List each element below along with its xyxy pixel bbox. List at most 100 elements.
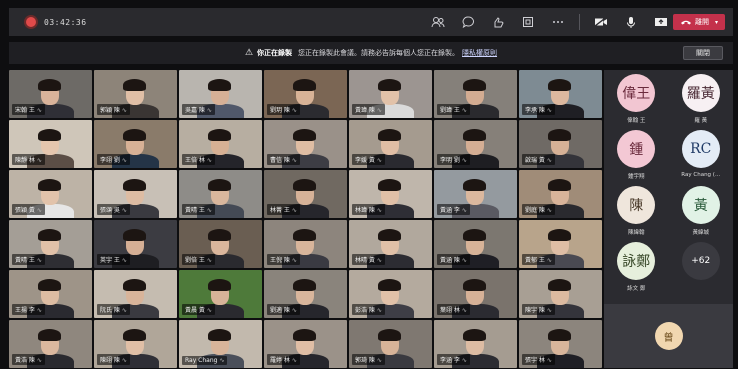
participant-avatar[interactable]: 羅黃羅 黃 — [669, 74, 734, 124]
participant-video-tile[interactable]: 陳宇 陳 ∿ — [519, 270, 602, 318]
participant-video-tile[interactable]: 陳靜 林 ∿ — [9, 120, 92, 168]
participant-hair — [463, 278, 487, 292]
participant-video-tile[interactable]: 黃涵 陳 ∿ — [434, 220, 517, 268]
participant-video-tile[interactable]: 林瑋 陳 ∿ — [349, 170, 432, 218]
participant-video-tile[interactable]: 張穎 黃 ∿ — [9, 170, 92, 218]
participant-hair — [208, 278, 232, 292]
participant-name: 張穎 黃 ∿ — [12, 204, 45, 215]
mic-muted-icon: ∿ — [121, 307, 127, 314]
reactions-icon[interactable] — [487, 13, 509, 31]
participant-video-tile[interactable]: 黃晨 黃 ∿ — [179, 270, 262, 318]
participant-avatar[interactable]: RC Ray Chang (... — [669, 130, 734, 180]
participant-name-text: 李翊 劉 — [100, 157, 120, 164]
participant-hair — [548, 78, 572, 92]
camera-icon[interactable] — [590, 13, 612, 31]
avatar-name: 鍾宇翔 — [627, 174, 645, 180]
mic-icon[interactable] — [620, 13, 642, 31]
participant-name-text: 黃晴 王 — [15, 257, 35, 264]
mic-muted-icon: ∿ — [121, 357, 127, 364]
chevron-down-icon[interactable]: ▾ — [715, 19, 718, 26]
participant-video-tile[interactable]: 王倪 陳 ∿ — [264, 220, 347, 268]
mic-muted-icon: ∿ — [36, 357, 42, 364]
participant-avatar[interactable]: 詠鄭 詠文 鄭 — [604, 242, 669, 292]
participant-name: 郭穎 陳 ∿ — [97, 104, 130, 115]
participant-video-tile[interactable]: 李明 劉 ∿ — [434, 120, 517, 168]
participant-video-tile[interactable]: 王揚 李 ∿ — [9, 270, 92, 318]
share-screen-icon[interactable] — [650, 13, 672, 31]
participant-name-text: 李涵 李 — [440, 357, 460, 364]
participant-video-tile[interactable]: 黃瑋 陳 ∿ — [349, 70, 432, 118]
participant-video-tile[interactable]: 黃涵 李 ∿ — [434, 170, 517, 218]
participant-video-tile[interactable]: 彭浩 陳 ∿ — [349, 270, 432, 318]
participant-video-tile[interactable]: 劉庭 陳 ∿ — [519, 170, 602, 218]
leave-button[interactable]: 離開 ▾ — [673, 14, 725, 30]
participant-hair — [38, 78, 62, 92]
participant-name-text: Ray Chang — [185, 357, 218, 364]
participant-video-tile[interactable]: 郭琦 陳 ∿ — [349, 320, 432, 368]
participant-video-tile[interactable]: 黃郁 王 ∿ — [519, 220, 602, 268]
mic-muted-icon: ∿ — [121, 257, 127, 264]
self-view[interactable]: 曾 — [604, 304, 733, 368]
participant-video-tile[interactable]: 宋翰 王 ∿ — [9, 70, 92, 118]
participant-video-tile[interactable]: 劉玥 陳 ∿ — [264, 70, 347, 118]
participant-hair — [123, 278, 147, 292]
participant-video-tile[interactable]: 林菁 王 ∿ — [264, 170, 347, 218]
participant-video-tile[interactable]: Ray Chang ∿ — [179, 320, 262, 368]
avatar-initials: +62 — [681, 242, 720, 280]
participant-video-tile[interactable]: 吳嘉 陳 ∿ — [179, 70, 262, 118]
participant-video-tile[interactable]: 羅婷 林 ∿ — [264, 320, 347, 368]
participant-hair — [208, 128, 232, 142]
warning-icon: ⚠ — [244, 48, 254, 58]
mic-muted-icon: ∿ — [291, 357, 297, 364]
toolbar-divider — [579, 14, 580, 30]
participant-avatar[interactable]: 黃黃緯城 — [669, 186, 734, 236]
participant-name: 吳嘉 陳 ∿ — [182, 104, 215, 115]
participant-video-tile[interactable]: 王倍 林 ∿ — [179, 120, 262, 168]
privacy-policy-link[interactable]: 隱私權原則 — [462, 48, 497, 58]
participant-video-tile[interactable]: 葉翊 林 ∿ — [434, 270, 517, 318]
mic-muted-icon: ∿ — [546, 107, 552, 114]
participant-video-tile[interactable]: 黃晴 王 ∿ — [9, 220, 92, 268]
more-participants-button[interactable]: +62 — [669, 242, 734, 292]
participant-name: 曹信 陳 ∿ — [267, 154, 300, 165]
participant-avatar[interactable]: 鍾鍾宇翔 — [604, 130, 669, 180]
participant-video-tile[interactable]: 李涵 李 ∿ — [434, 320, 517, 368]
participant-video-tile[interactable]: 郭穎 陳 ∿ — [94, 70, 177, 118]
mic-muted-icon: ∿ — [206, 157, 212, 164]
share-tray-icon[interactable] — [517, 13, 539, 31]
mic-muted-icon: ∿ — [121, 207, 127, 214]
avatar-list: 偉王 偉翰 王羅黃羅 黃鍾鍾宇翔 RC Ray Chang (... 陳陳緯翰黃黃緯城詠… — [604, 74, 733, 292]
participant-name-text: 王揚 李 — [15, 307, 35, 314]
participant-hair — [123, 78, 147, 92]
avatar-initials: 鍾 — [617, 130, 656, 168]
participant-video-tile[interactable]: 阮氏 陳 ∿ — [94, 270, 177, 318]
participant-video-tile[interactable]: 李承 陳 ∿ — [519, 70, 602, 118]
more-icon[interactable] — [547, 13, 569, 31]
chat-icon[interactable] — [457, 13, 479, 31]
mic-muted-icon: ∿ — [36, 207, 42, 214]
participant-video-tile[interactable]: 陳翊 陳 ∿ — [94, 320, 177, 368]
participant-name: 宋翰 王 ∿ — [12, 104, 45, 115]
participant-video-tile[interactable]: 劉瑋 王 ∿ — [434, 70, 517, 118]
dismiss-button[interactable]: 關閉 — [683, 46, 723, 60]
participant-video-tile[interactable]: 劉倍 王 ∿ — [179, 220, 262, 268]
participant-avatar[interactable]: 陳陳緯翰 — [604, 186, 669, 236]
participant-name-text: 張頌 吳 — [100, 207, 120, 214]
mic-muted-icon: ∿ — [376, 107, 382, 114]
participant-video-tile[interactable]: 黃浩 陳 ∿ — [9, 320, 92, 368]
participant-name-text: 李媛 黃 — [355, 157, 375, 164]
participants-icon[interactable] — [427, 13, 449, 31]
participant-video-tile[interactable]: 李翊 劉 ∿ — [94, 120, 177, 168]
participant-video-tile[interactable]: 英宇 王 ∿ — [94, 220, 177, 268]
participant-video-tile[interactable]: 張宇 林 ∿ — [519, 320, 602, 368]
participant-video-tile[interactable]: 啟瑞 黃 ∿ — [519, 120, 602, 168]
participant-video-tile[interactable]: 林晴 黃 ∿ — [349, 220, 432, 268]
banner-title: 你正在錄製 — [257, 49, 293, 57]
participant-video-tile[interactable]: 曹信 陳 ∿ — [264, 120, 347, 168]
participant-avatar[interactable]: 偉王 偉翰 王 — [604, 74, 669, 124]
participant-video-tile[interactable]: 張頌 吳 ∿ — [94, 170, 177, 218]
participant-video-tile[interactable]: 劉適 陳 ∿ — [264, 270, 347, 318]
participant-video-tile[interactable]: 李媛 黃 ∿ — [349, 120, 432, 168]
mic-muted-icon: ∿ — [291, 107, 297, 114]
participant-video-tile[interactable]: 黃晴 王 ∿ — [179, 170, 262, 218]
